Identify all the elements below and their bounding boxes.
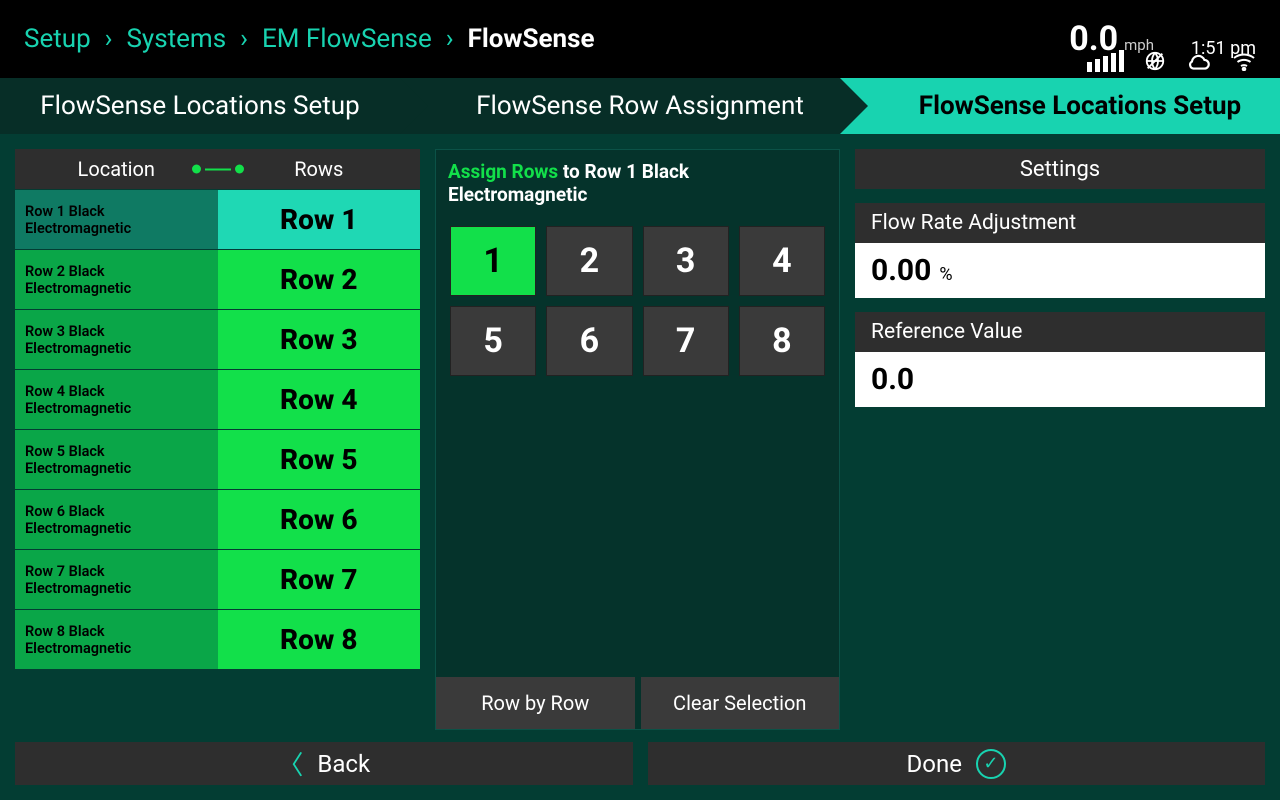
flow-rate-unit: % <box>939 264 952 285</box>
cloud-icon <box>1186 50 1212 72</box>
location-cell-name: Row 3 Black Electromagnetic <box>15 310 218 369</box>
row-by-row-button[interactable]: Row by Row <box>436 677 635 729</box>
bottom-bar: 〈 Back Done ✓ <box>0 730 1280 800</box>
tab-locations-setup-1[interactable]: FlowSense Locations Setup <box>0 78 400 134</box>
location-cell-name: Row 8 Black Electromagnetic <box>15 610 218 669</box>
assign-title: Assign Rows to Row 1 Black Electromagnet… <box>436 150 839 216</box>
tab-locations-setup-2[interactable]: FlowSense Locations Setup <box>840 78 1280 134</box>
assign-grid: 1234 5678 <box>436 216 839 376</box>
location-cell-row: Row 4 <box>218 370 421 429</box>
done-button[interactable]: Done ✓ <box>648 742 1266 785</box>
breadcrumb: Setup › Systems › EM FlowSense › FlowSen… <box>24 24 595 54</box>
clear-selection-button[interactable]: Clear Selection <box>641 677 840 729</box>
location-cell-row: Row 8 <box>218 610 421 669</box>
location-cell-row: Row 3 <box>218 310 421 369</box>
location-row[interactable]: Row 1 Black ElectromagneticRow 1 <box>15 189 420 249</box>
assign-cell[interactable]: 2 <box>546 226 632 296</box>
check-circle-icon: ✓ <box>976 749 1006 779</box>
chevron-right-icon: › <box>240 24 248 54</box>
location-cell-row: Row 2 <box>218 250 421 309</box>
settings-panel: Settings Flow Rate Adjustment 0.00 % Ref… <box>855 149 1265 730</box>
reference-value-number: 0.0 <box>871 362 914 397</box>
assign-cell[interactable]: 3 <box>643 226 729 296</box>
location-cell-name: Row 6 Black Electromagnetic <box>15 490 218 549</box>
assign-panel: Assign Rows to Row 1 Black Electromagnet… <box>435 149 840 730</box>
location-row[interactable]: Row 2 Black ElectromagneticRow 2 <box>15 249 420 309</box>
flow-rate-number: 0.00 <box>871 253 931 288</box>
flow-rate-setting: Flow Rate Adjustment 0.00 % <box>855 203 1265 298</box>
assign-cell[interactable]: 1 <box>450 226 536 296</box>
location-cell-row: Row 5 <box>218 430 421 489</box>
location-row[interactable]: Row 7 Black ElectromagneticRow 7 <box>15 549 420 609</box>
locations-header: Location Rows <box>15 149 420 189</box>
signal-bars-icon <box>1087 50 1124 72</box>
location-row[interactable]: Row 5 Black ElectromagneticRow 5 <box>15 429 420 489</box>
main-area: Location Rows Row 1 Black Electromagneti… <box>0 134 1280 730</box>
breadcrumb-current: FlowSense <box>468 24 595 54</box>
breadcrumb-systems[interactable]: Systems <box>126 24 226 54</box>
assign-cell[interactable]: 5 <box>450 306 536 376</box>
chevron-right-icon: › <box>446 24 454 54</box>
settings-title: Settings <box>855 149 1265 189</box>
location-cell-name: Row 7 Black Electromagnetic <box>15 550 218 609</box>
wifi-icon <box>1232 51 1256 71</box>
assign-title-highlight: Assign Rows <box>448 160 558 183</box>
assign-cell[interactable]: 6 <box>546 306 632 376</box>
assign-actions: Row by Row Clear Selection <box>436 677 839 729</box>
locations-header-right: Rows <box>218 157 421 181</box>
location-row[interactable]: Row 6 Black ElectromagneticRow 6 <box>15 489 420 549</box>
locations-panel: Location Rows Row 1 Black Electromagneti… <box>15 149 420 730</box>
location-cell-row: Row 1 <box>218 190 421 249</box>
locations-header-left: Location <box>15 157 218 181</box>
reference-value-field[interactable]: 0.0 <box>855 352 1265 407</box>
location-cell-row: Row 7 <box>218 550 421 609</box>
back-button[interactable]: 〈 Back <box>15 742 633 785</box>
location-row[interactable]: Row 4 Black ElectromagneticRow 4 <box>15 369 420 429</box>
location-row[interactable]: Row 3 Black ElectromagneticRow 3 <box>15 309 420 369</box>
chevron-left-icon: 〈 <box>277 745 303 782</box>
tab-label: FlowSense Locations Setup <box>919 91 1241 121</box>
status-icons <box>1087 50 1256 72</box>
location-row[interactable]: Row 8 Black ElectromagneticRow 8 <box>15 609 420 669</box>
tab-row: FlowSense Locations Setup FlowSense Row … <box>0 78 1280 134</box>
breadcrumb-setup[interactable]: Setup <box>24 24 91 54</box>
tab-label: FlowSense Row Assignment <box>476 91 804 121</box>
link-icon <box>192 165 244 174</box>
location-cell-row: Row 6 <box>218 490 421 549</box>
reference-value-label: Reference Value <box>855 312 1265 352</box>
location-cell-name: Row 5 Black Electromagnetic <box>15 430 218 489</box>
locations-rows: Row 1 Black ElectromagneticRow 1Row 2 Bl… <box>15 189 420 669</box>
location-cell-name: Row 4 Black Electromagnetic <box>15 370 218 429</box>
location-cell-name: Row 1 Black Electromagnetic <box>15 190 218 249</box>
flow-rate-label: Flow Rate Adjustment <box>855 203 1265 243</box>
chevron-right-icon: › <box>105 24 113 54</box>
back-label: Back <box>317 750 370 778</box>
location-cell-name: Row 2 Black Electromagnetic <box>15 250 218 309</box>
done-label: Done <box>907 750 962 778</box>
tab-row-assignment[interactable]: FlowSense Row Assignment <box>400 78 840 134</box>
tab-label: FlowSense Locations Setup <box>40 91 359 121</box>
flow-rate-value[interactable]: 0.00 % <box>855 243 1265 298</box>
assign-cell[interactable]: 8 <box>739 306 825 376</box>
top-status-bar: Setup › Systems › EM FlowSense › FlowSen… <box>0 0 1280 78</box>
breadcrumb-em-flowsense[interactable]: EM FlowSense <box>262 24 432 54</box>
satellite-icon <box>1144 50 1166 72</box>
assign-cell[interactable]: 7 <box>643 306 729 376</box>
assign-cell[interactable]: 4 <box>739 226 825 296</box>
reference-value-setting: Reference Value 0.0 <box>855 312 1265 407</box>
